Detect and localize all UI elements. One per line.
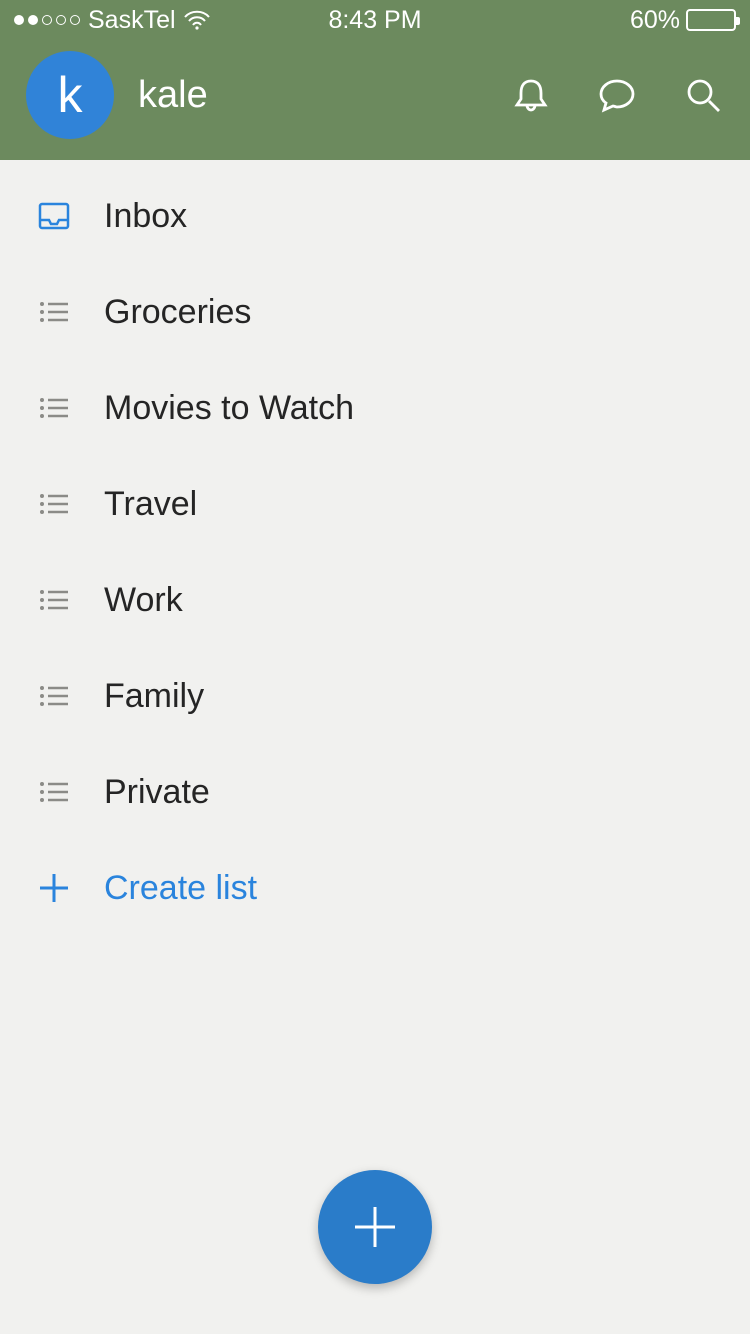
create-list-label: Create list (104, 869, 257, 908)
list-item-label: Private (104, 773, 210, 812)
list-item-groceries[interactable]: Groceries (0, 264, 750, 360)
list-item-label: Inbox (104, 197, 187, 236)
battery-percent: 60% (630, 6, 680, 35)
create-list-button[interactable]: Create list (0, 840, 750, 936)
status-left: SaskTel (14, 6, 210, 35)
plus-icon (36, 870, 72, 906)
add-task-fab[interactable] (318, 1170, 432, 1284)
list-icon (36, 774, 72, 810)
list-item-family[interactable]: Family (0, 648, 750, 744)
list-item-movies-to-watch[interactable]: Movies to Watch (0, 360, 750, 456)
list-item-work[interactable]: Work (0, 552, 750, 648)
list-icon (36, 390, 72, 426)
list-item-label: Work (104, 581, 183, 620)
search-icon[interactable] (682, 74, 724, 116)
list-icon (36, 678, 72, 714)
lists-container: Inbox Groceries Movies to Watch Travel Work F… (0, 160, 750, 936)
list-item-private[interactable]: Private (0, 744, 750, 840)
signal-dot (56, 15, 66, 25)
signal-dot (42, 15, 52, 25)
list-item-label: Movies to Watch (104, 389, 354, 428)
status-bar: SaskTel 8:43 PM 60% (0, 0, 750, 40)
list-icon (36, 582, 72, 618)
list-icon (36, 294, 72, 330)
app-header: k kale (0, 40, 750, 160)
list-item-travel[interactable]: Travel (0, 456, 750, 552)
signal-dot (14, 15, 24, 25)
avatar[interactable]: k (26, 51, 114, 139)
status-right: 60% (630, 6, 736, 35)
bell-icon[interactable] (510, 74, 552, 116)
plus-icon (345, 1197, 405, 1257)
status-time: 8:43 PM (328, 6, 421, 35)
signal-dots (14, 15, 80, 25)
list-item-label: Family (104, 677, 204, 716)
avatar-initial: k (58, 66, 83, 124)
chat-icon[interactable] (596, 74, 638, 116)
list-icon (36, 486, 72, 522)
list-item-label: Travel (104, 485, 197, 524)
inbox-icon (36, 198, 72, 234)
signal-dot (28, 15, 38, 25)
list-item-inbox[interactable]: Inbox (0, 168, 750, 264)
list-item-label: Groceries (104, 293, 251, 332)
battery-icon (686, 9, 736, 31)
wifi-icon (184, 10, 210, 30)
username-label[interactable]: kale (138, 74, 510, 117)
signal-dot (70, 15, 80, 25)
carrier-label: SaskTel (88, 6, 176, 35)
